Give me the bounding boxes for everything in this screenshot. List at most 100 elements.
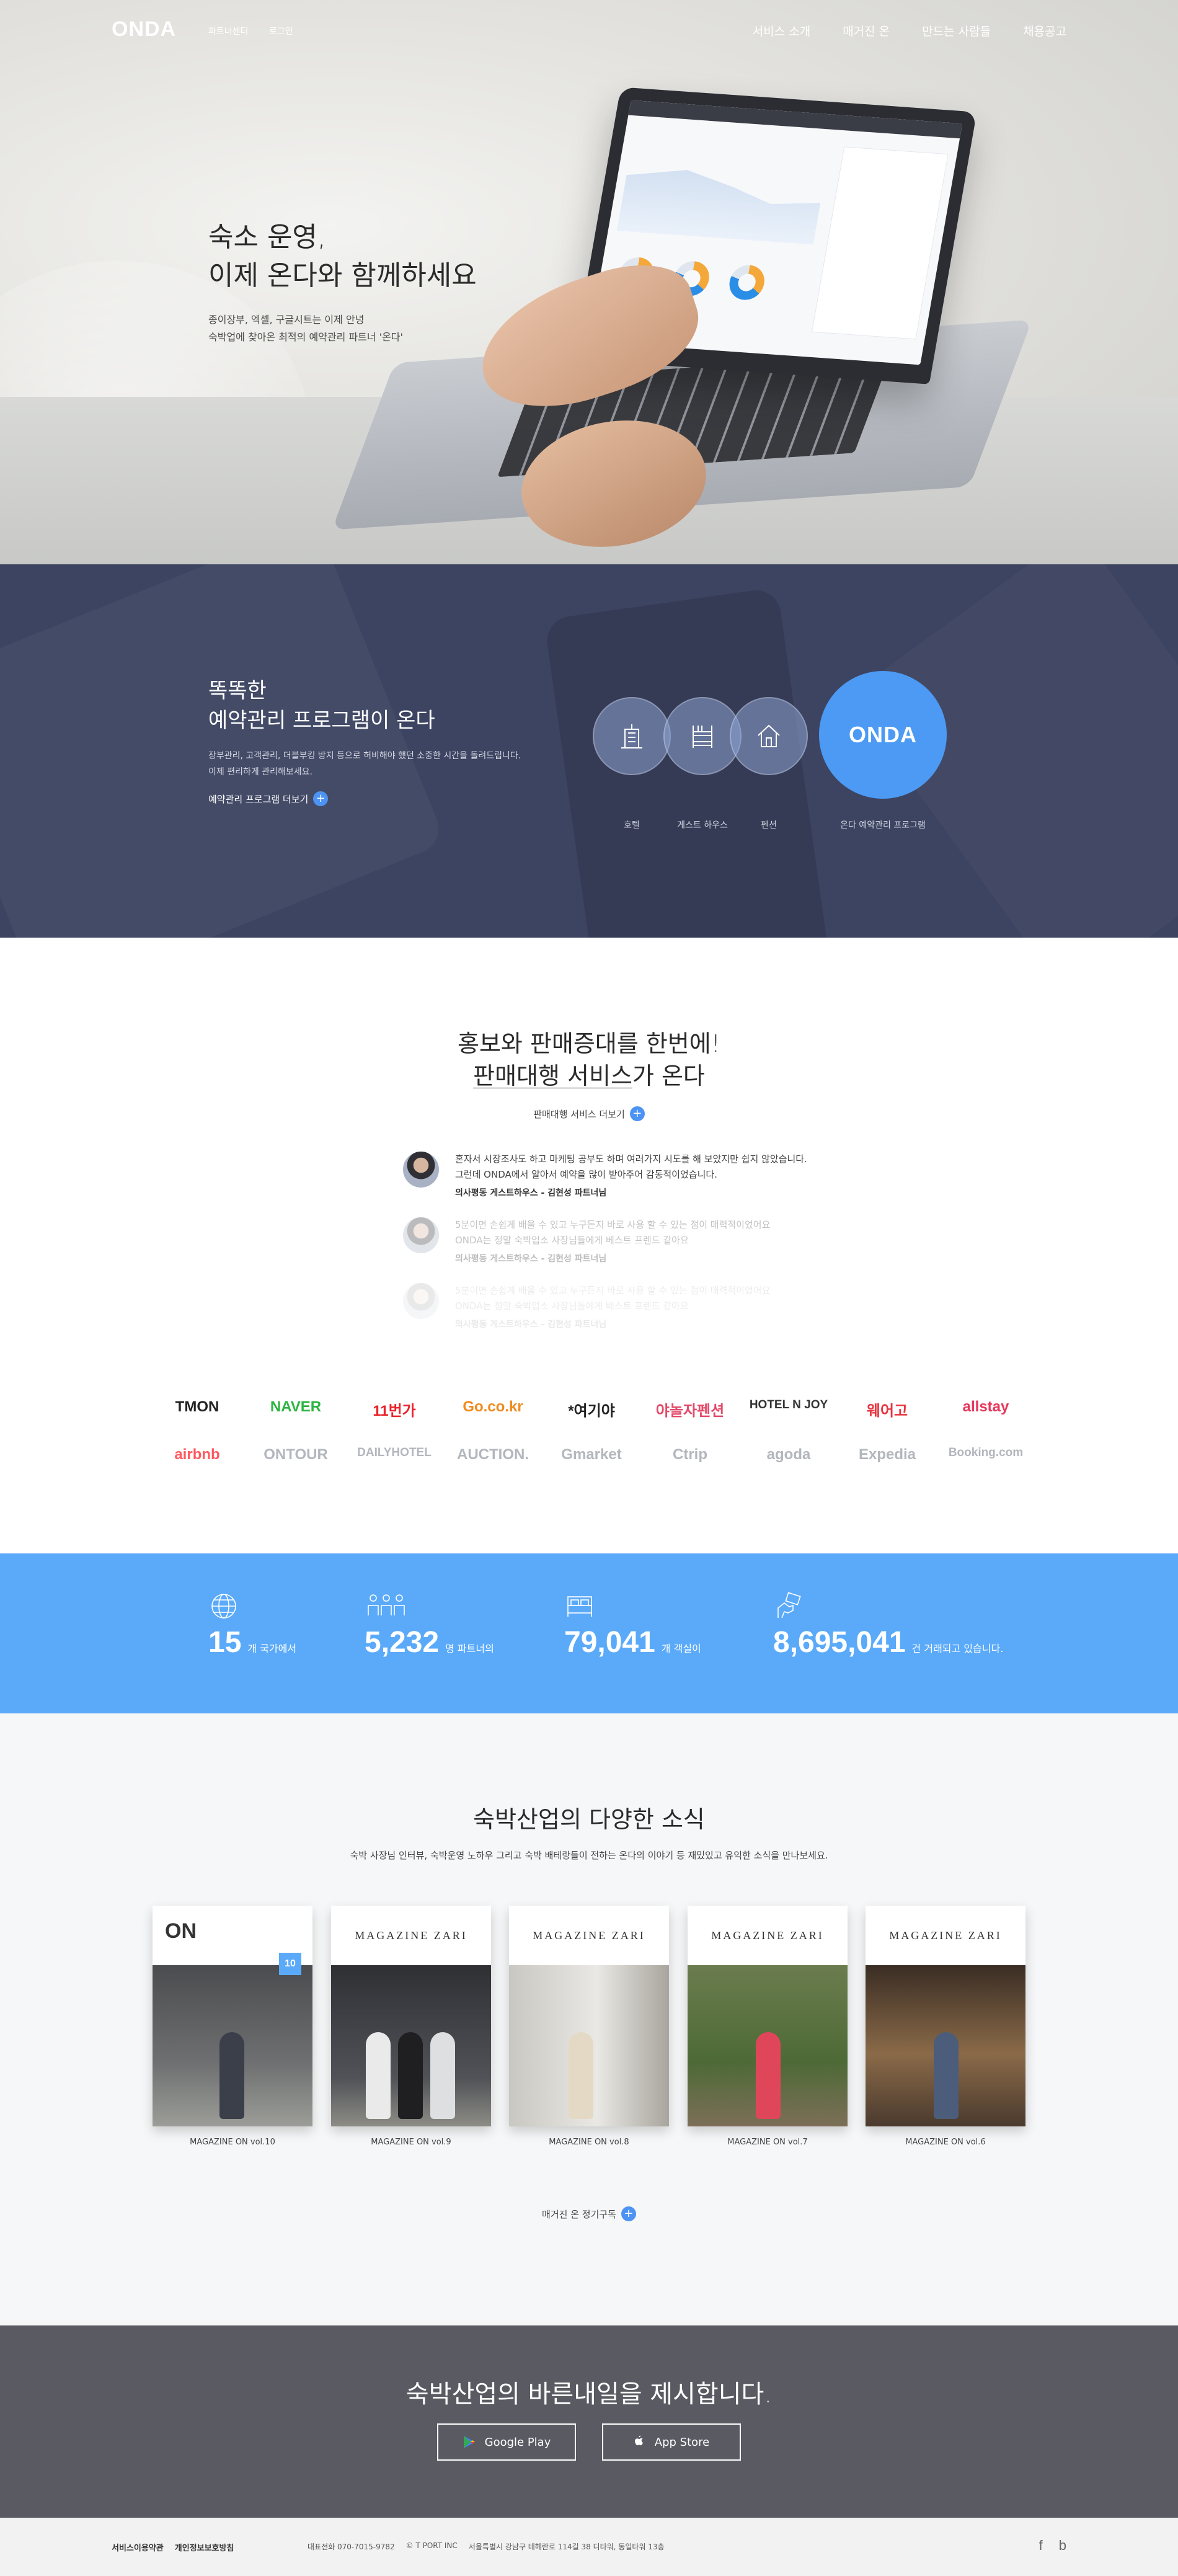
onda-circle-label: ONDA [849,722,917,747]
program-more-label: 예약관리 프로그램 더보기 [208,793,309,805]
type-label-onda: 온다 예약관리 프로그램 [840,820,926,830]
privacy-link[interactable]: 개인정보보호방침 [175,2541,234,2553]
app-store-button[interactable]: App Store [602,2423,741,2461]
promo-more-link[interactable]: 판매대행 서비스 더보기 + [0,1106,1178,1121]
facebook-icon[interactable]: f [1039,2538,1043,2554]
review-author: 의사평동 게스트하우스 - 김현성 파트너님 [455,1188,607,1198]
google-play-button[interactable]: Google Play [437,2423,576,2461]
review-author: 의사평동 게스트하우스 - 김현성 파트너님 [455,1254,607,1264]
magazine-card[interactable]: MAGAZINE ZARI MAGAZINE ON vol.8 [509,1906,669,2147]
menu-item-careers[interactable]: 채용공고 [1023,22,1066,39]
review-text: 5분이면 손쉽게 배울 수 있고 누구든지 바로 사용 할 수 있는 점이 매력… [455,1219,771,1246]
review-item: 5분이면 손쉽게 배울 수 있고 누구든지 바로 사용 할 수 있는 점이 매력… [403,1283,849,1330]
avatar [403,1152,439,1188]
footer: 서비스이용약관 개인정보보호방침 대표전화 070-7015-9782 © T … [0,2518,1178,2576]
magazine-caption: MAGAZINE ON vol.10 [190,2138,275,2147]
avatar [403,1283,439,1319]
hand-card-icon [777,1592,801,1619]
plus-icon: + [621,2206,636,2221]
magazine-cover: MAGAZINE ZARI [331,1906,491,2126]
hero-laptop-image [332,87,1116,561]
program-section: 똑똑한 예약관리 프로그램이 온다 장부관리, 고객관리, 더블부킹 방지 등으… [0,564,1178,938]
stat-transactions: 8,695,041 건 거래되고 있습니다. [773,1591,1003,1659]
app-store-label: App Store [654,2435,710,2449]
magazine-person [934,2032,959,2119]
program-copy: 똑똑한 예약관리 프로그램이 온다 장부관리, 고객관리, 더블부킹 방지 등으… [208,676,521,806]
stat-unit: 개 객실이 [661,1643,701,1654]
promo-title: 홍보와 판매증대를 한번에! 판매대행 서비스가 온다 [0,1028,1178,1092]
hotel-circle [593,697,671,775]
program-more-link[interactable]: 예약관리 프로그램 더보기 + [208,791,521,806]
store-buttons: Google Play App Store [0,2423,1178,2461]
promo-more-label: 판매대행 서비스 더보기 [533,1108,625,1120]
magazine-person [756,2032,781,2119]
magazine-photo [509,1965,669,2126]
footer-info: 대표전화 070-7015-9782 © T PORT INC 서울특별시 강남… [308,2541,665,2552]
pension-circle [730,697,808,775]
magazine-masthead: MAGAZINE ZARI [533,1929,645,1942]
review-item: 5분이면 손쉽게 배울 수 있고 누구든지 바로 사용 할 수 있는 점이 매력… [403,1217,849,1264]
partner-logo: NAVER [270,1398,322,1415]
hero-description: 종이장부, 엑셀, 구글시트는 이제 안녕 숙박업에 찾아온 최적의 예약관리 … [208,314,403,343]
footer-address: 서울특별시 강남구 테헤란로 114길 38 디타워, 동일타워 13층 [468,2543,665,2551]
stat-rooms: 79,041 개 객실이 [564,1591,701,1659]
hotel-icon [621,724,642,748]
magazine-caption: MAGAZINE ON vol.8 [549,2138,629,2147]
magazine-card[interactable]: MAGAZINE ZARI MAGAZINE ON vol.6 [866,1906,1025,2147]
stat-unit: 명 파트너의 [445,1643,494,1654]
menu-item-makers[interactable]: 만드는 사람들 [922,22,991,39]
magazine-cover: MAGAZINE ZARI [866,1906,1025,2126]
onda-program-circle: ONDA [819,671,947,799]
review-author: 의사평동 게스트하우스 - 김현성 파트너님 [455,1320,607,1330]
hero-title: 숙소 운영, 이제 온다와 함께하세요 [208,221,477,291]
review-list: 혼자서 시장조사도 하고 마케팅 공부도 하며 여러가지 시도를 해 보았지만 … [403,1152,849,1349]
partner-logo: Booking.com [948,1446,1024,1459]
magazine-card[interactable]: MAGAZINE ZARI MAGAZINE ON vol.7 [688,1906,848,2147]
magazine-card[interactable]: MAGAZINE ZARI MAGAZINE ON vol.9 [331,1906,491,2147]
social-links: f b [1039,2538,1066,2554]
promo-title-highlight: 판매대행 서비스 [473,1062,632,1090]
promo-title-line2-rest: 가 온다 [632,1062,705,1090]
magazine-masthead: MAGAZINE ZARI [889,1929,1002,1942]
magazine-cover: ON 10 [153,1906,312,2126]
partner-center-link[interactable]: 파트너센터 [208,25,248,37]
bed-icon [567,1596,592,1617]
onda-logo[interactable]: ONDA [112,17,176,42]
partner-logo: HOTEL N JOY [749,1398,828,1411]
terms-link[interactable]: 서비스이용약관 [112,2541,164,2553]
main-menu: 서비스 소개 매거진 온 만드는 사람들 채용공고 [753,22,1066,39]
partner-logo: ONTOUR [264,1446,328,1463]
footer-links: 서비스이용약관 개인정보보호방침 [112,2541,234,2553]
avatar [403,1217,439,1253]
stat-value: 8,695,041 [773,1626,906,1659]
menu-item-service-intro[interactable]: 서비스 소개 [753,22,810,39]
magazine-cover: MAGAZINE ZARI [688,1906,848,2126]
login-link[interactable]: 로그인 [269,25,293,37]
partner-logo: airbnb [174,1446,220,1463]
magazine-masthead: MAGAZINE ZARI [711,1929,824,1942]
magazine-photo [688,1965,848,2126]
stat-unit: 건 거래되고 있습니다. [911,1643,1004,1654]
dashboard-donut [727,264,768,301]
magazine-subscribe-link[interactable]: 매거진 온 정기구독 + [0,2206,1178,2221]
app-download-section: 숙박산업의 바른내일을 제시합니다. Google Play App Store [0,2325,1178,2518]
stats-section: 15 개 국가에서 5,232 명 파트너의 79,041 개 객실이 8,695,0… [0,1553,1178,1713]
partner-logo: 웨어고 [866,1403,908,1419]
blog-icon[interactable]: b [1059,2538,1066,2554]
top-navigation: ONDA 파트너센터 로그인 서비스 소개 매거진 온 만드는 사람들 채용공고 [0,0,1178,56]
dashboard-area-chart [617,138,830,244]
menu-item-magazine-on[interactable]: 매거진 온 [843,22,890,39]
hero-copy: 숙소 운영, 이제 온다와 함께하세요 종이장부, 엑셀, 구글시트는 이제 안… [208,218,477,346]
issue-badge: 10 [279,1953,301,1975]
partner-logo: Expedia [858,1446,916,1463]
partner-logo: agoda [766,1446,811,1463]
stat-partners: 5,232 명 파트너의 [365,1591,494,1659]
magazine-card[interactable]: ON 10 MAGAZINE ON vol.10 [153,1906,312,2147]
stat-value: 79,041 [564,1626,655,1659]
partner-logo: Go.co.kr [463,1398,523,1415]
people-icon [368,1594,405,1615]
magazine-person [430,2032,455,2119]
google-play-label: Google Play [484,2435,551,2449]
stat-value: 15 [208,1626,242,1659]
program-description: 장부관리, 고객관리, 더블부킹 방지 등으로 허비해야 했던 소중한 시간을 … [208,751,521,777]
